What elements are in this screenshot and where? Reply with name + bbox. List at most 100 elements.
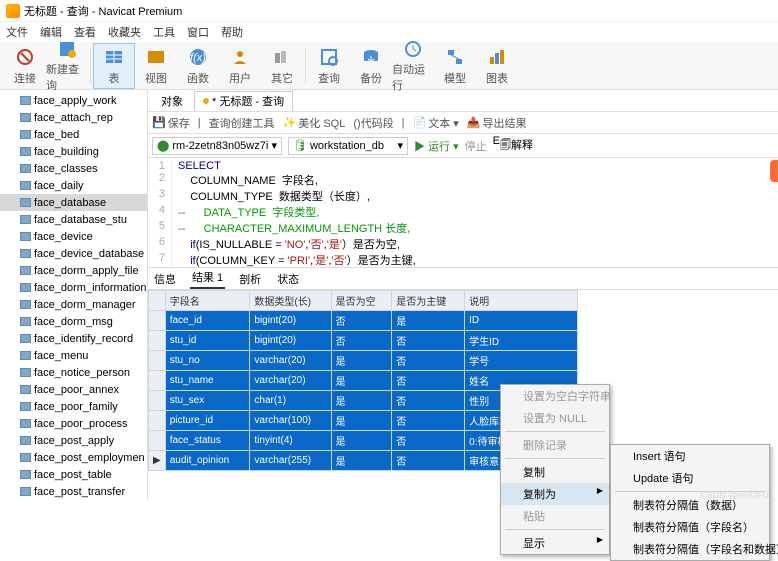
menu-window[interactable]: 窗口 xyxy=(187,24,209,40)
sidebar-item[interactable]: face_post_employmen xyxy=(0,449,147,466)
table-button[interactable]: 表 xyxy=(93,43,135,89)
sidebar-item[interactable]: face_poor_annex xyxy=(0,381,147,398)
chevron-right-icon: ▶ xyxy=(597,486,603,495)
export-button[interactable]: 📤导出结果 xyxy=(467,115,527,131)
table-name: face_dorm_information xyxy=(34,282,147,294)
sidebar-item[interactable]: face_device xyxy=(0,228,147,245)
sidebar-item[interactable]: face_apply_work xyxy=(0,92,147,109)
query-button[interactable]: 查询 xyxy=(308,43,350,89)
ctx-update-stmt[interactable]: Update 语句 xyxy=(611,467,769,489)
sidebar-item[interactable]: face_poor_process xyxy=(0,415,147,432)
text-button[interactable]: 📄 文本 ▾ xyxy=(413,115,459,131)
database-select[interactable]: 🛢workstation_db▾ xyxy=(288,137,408,155)
sidebar-item[interactable]: face_device_database xyxy=(0,245,147,262)
table-row[interactable]: stu_idbigint(20)否否学生ID xyxy=(149,331,578,351)
ctx-insert-stmt[interactable]: Insert 语句 xyxy=(611,445,769,467)
autorun-button[interactable]: 自动运行 xyxy=(392,43,434,89)
sidebar-item[interactable]: face_database xyxy=(0,194,147,211)
app-logo-icon xyxy=(6,4,20,18)
model-button[interactable]: 模型 xyxy=(434,43,476,89)
function-button[interactable]: f(x)函数 xyxy=(177,43,219,89)
subtab-profile[interactable]: 剖析 xyxy=(237,269,263,289)
sidebar-item[interactable]: face_identify_record xyxy=(0,330,147,347)
sidebar-item[interactable]: face_dorm_information xyxy=(0,279,147,296)
sidebar-item[interactable]: face_post_transfer xyxy=(0,483,147,500)
table-name: face_menu xyxy=(34,350,88,362)
ctx-set-null[interactable]: 设置为 NULL xyxy=(501,407,609,429)
code-snippet-button[interactable]: ()代码段 xyxy=(353,115,393,131)
separator xyxy=(505,458,605,459)
sidebar-item[interactable]: face_post_apply xyxy=(0,432,147,449)
sidebar-item[interactable]: face_menu xyxy=(0,347,147,364)
connect-button[interactable]: 连接 xyxy=(4,43,46,89)
separator xyxy=(505,431,605,432)
sidebar-item[interactable]: face_dorm_manager xyxy=(0,296,147,313)
beautify-button[interactable]: ✨美化 SQL xyxy=(283,115,346,131)
table-row[interactable]: stu_novarchar(20)是否学号 xyxy=(149,351,578,371)
table-icon xyxy=(20,368,31,377)
table-name: face_identify_record xyxy=(34,333,133,345)
menu-help[interactable]: 帮助 xyxy=(221,24,243,40)
sidebar-item[interactable]: face_notice_person xyxy=(0,364,147,381)
sidebar-item[interactable]: face_post_table xyxy=(0,466,147,483)
menu-fav[interactable]: 收藏夹 xyxy=(108,24,141,40)
save-button[interactable]: 💾 保存 xyxy=(152,115,190,131)
watermark: CSDN @HHUFU_ xyxy=(700,490,774,500)
svg-text:f(x): f(x) xyxy=(190,52,206,64)
ctx-tsv-header[interactable]: 制表符分隔值（字段名） xyxy=(611,516,769,538)
backup-button[interactable]: 备份 xyxy=(350,43,392,89)
stop-button[interactable]: 停止 xyxy=(465,138,487,154)
table-icon xyxy=(20,385,31,394)
ctx-set-blank[interactable]: 设置为空白字符串 xyxy=(501,385,609,407)
table-name: face_notice_person xyxy=(34,367,130,379)
run-button[interactable]: ▶ 运行 ▾ xyxy=(414,138,459,154)
subtab-result[interactable]: 结果 1 xyxy=(190,267,225,289)
col-header[interactable]: 说明 xyxy=(465,291,578,311)
col-header[interactable]: 字段名 xyxy=(165,291,250,311)
sidebar-item[interactable]: face_dorm_msg xyxy=(0,313,147,330)
table-icon xyxy=(20,334,31,343)
table-icon xyxy=(20,215,31,224)
user-button[interactable]: 用户 xyxy=(219,43,261,89)
subtab-info[interactable]: 信息 xyxy=(152,269,178,289)
result-tabs: 信息 结果 1 剖析 状态 xyxy=(148,268,778,290)
connection-bar: ⬤rm-2zetn83n05wz7i▾ 🛢workstation_db▾ ▶ 运… xyxy=(148,134,778,158)
sidebar-item[interactable]: face_attach_rep xyxy=(0,109,147,126)
table-name: face_building xyxy=(34,146,99,158)
sidebar-item[interactable]: face_poor_family xyxy=(0,398,147,415)
explain-button[interactable]: E🗐解释 xyxy=(493,135,533,156)
col-header[interactable]: 是否为主键 xyxy=(392,291,465,311)
ctx-tsv-both[interactable]: 制表符分隔值（字段名和数据） xyxy=(611,538,769,560)
sidebar-item[interactable]: face_daily xyxy=(0,177,147,194)
table-row[interactable]: face_idbigint(20)否是ID xyxy=(149,311,578,331)
ctx-paste[interactable]: 粘贴 xyxy=(501,505,609,527)
menu-file[interactable]: 文件 xyxy=(6,24,28,40)
sql-editor[interactable]: 1SELECT2 COLUMN_NAME 字段名,3 COLUMN_TYPE 数… xyxy=(148,158,778,268)
chart-button[interactable]: 图表 xyxy=(476,43,518,89)
ctx-copy-as[interactable]: 复制为▶ xyxy=(501,483,609,505)
table-icon xyxy=(20,436,31,445)
table-name: face_poor_family xyxy=(34,401,118,413)
col-header[interactable]: 是否为空 xyxy=(331,291,392,311)
ctx-show[interactable]: 显示▶ xyxy=(501,532,609,554)
col-header[interactable]: 数据类型(长) xyxy=(250,291,331,311)
ctx-delete[interactable]: 删除记录 xyxy=(501,434,609,456)
tab-objects[interactable]: 对象 xyxy=(152,91,192,111)
other-button[interactable]: 其它 xyxy=(261,43,303,89)
menu-tools[interactable]: 工具 xyxy=(153,24,175,40)
ctx-copy[interactable]: 复制 xyxy=(501,461,609,483)
table-name: face_dorm_manager xyxy=(34,299,136,311)
sidebar-item[interactable]: face_classes xyxy=(0,160,147,177)
tab-query[interactable]: * 无标题 - 查询 xyxy=(194,91,293,111)
sidebar-item[interactable]: face_bed xyxy=(0,126,147,143)
subtab-status[interactable]: 状态 xyxy=(275,269,301,289)
sidebar-item[interactable]: face_building xyxy=(0,143,147,160)
sidebar-item[interactable]: face_dorm_apply_file xyxy=(0,262,147,279)
query-builder-button[interactable]: 查询创建工具 xyxy=(209,115,275,131)
new-query-button[interactable]: 新建查询 xyxy=(46,43,88,89)
table-list-sidebar[interactable]: face_apply_workface_attach_repface_bedfa… xyxy=(0,90,148,500)
sidebar-item[interactable]: face_database_stu xyxy=(0,211,147,228)
model-icon xyxy=(444,46,466,68)
view-button[interactable]: 视图 xyxy=(135,43,177,89)
connection-select[interactable]: ⬤rm-2zetn83n05wz7i▾ xyxy=(152,137,282,155)
